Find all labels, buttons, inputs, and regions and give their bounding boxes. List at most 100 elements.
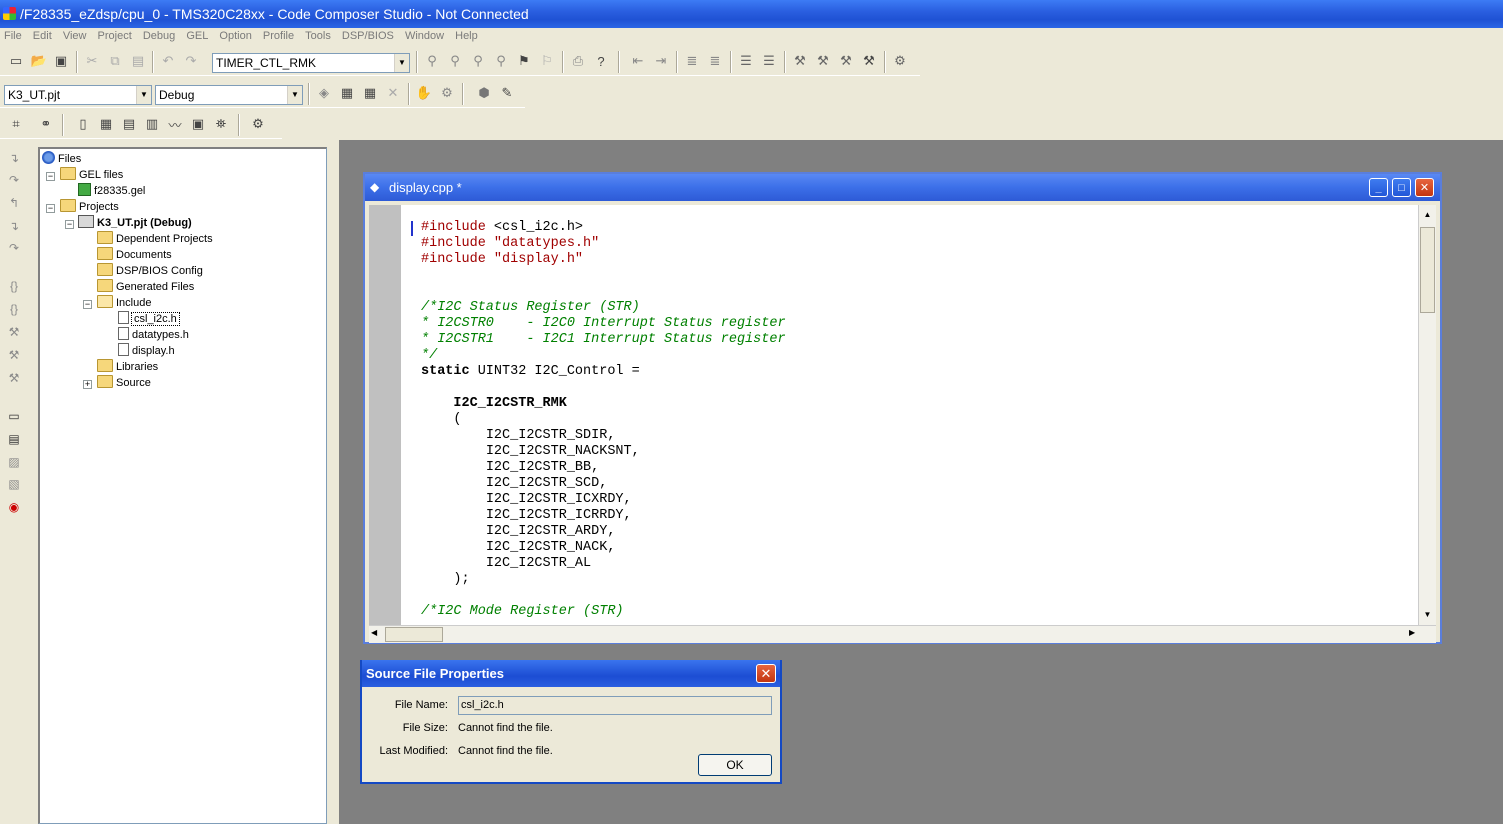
- tree-file-datatypes[interactable]: datatypes.h: [116, 327, 189, 343]
- compile-file-icon[interactable]: ◈: [314, 83, 334, 103]
- build-icon[interactable]: ⚒: [790, 51, 810, 71]
- collapse-include[interactable]: −: [83, 300, 92, 309]
- step-icon[interactable]: ⚙: [437, 83, 457, 103]
- menu-tools[interactable]: Tools: [301, 28, 335, 44]
- watch-icon[interactable]: ⚭: [36, 114, 56, 134]
- tree-gel-file[interactable]: f28335.gel: [78, 183, 145, 199]
- find-icon[interactable]: ⚲: [422, 51, 442, 71]
- indent-icon[interactable]: ⇥: [651, 51, 671, 71]
- bookmark-next-icon[interactable]: ⚐: [537, 51, 557, 71]
- watch-window-icon[interactable]: ▨: [4, 452, 24, 472]
- align-icon[interactable]: ≣: [682, 51, 702, 71]
- code-editor[interactable]: #include <csl_i2c.h> #include "datatypes…: [401, 205, 1418, 625]
- variables-icon[interactable]: ▤: [119, 114, 139, 134]
- step-out-icon[interactable]: ↰: [4, 193, 24, 213]
- find-in-files-icon[interactable]: ⚲: [491, 51, 511, 71]
- vertical-scrollbar[interactable]: ▲ ▼: [1418, 205, 1436, 625]
- tree-libraries[interactable]: Libraries: [97, 359, 158, 375]
- chevron-down-icon[interactable]: ▼: [394, 54, 409, 72]
- file-name-field[interactable]: csl_i2c.h: [458, 696, 772, 715]
- dialog-title-bar[interactable]: Source File Properties: [362, 660, 780, 687]
- tree-generated-files[interactable]: Generated Files: [97, 279, 194, 295]
- tree-dependent-projects[interactable]: Dependent Projects: [97, 231, 213, 247]
- register-window-icon[interactable]: ▤: [4, 429, 24, 449]
- close-button[interactable]: ✕: [1415, 178, 1434, 197]
- asm-step-over-icon[interactable]: {}: [4, 299, 24, 319]
- dialog-close-button[interactable]: ✕: [756, 664, 776, 683]
- collapse-gel-files[interactable]: −: [46, 172, 55, 181]
- rebuild-icon[interactable]: ⚒: [813, 51, 833, 71]
- breakpoint-icon[interactable]: ⬢: [474, 83, 494, 103]
- bookmark-icon[interactable]: ⚑: [514, 51, 534, 71]
- find-prev-icon[interactable]: ⚲: [468, 51, 488, 71]
- tree-file-display[interactable]: display.h: [116, 343, 175, 359]
- redo-icon[interactable]: ↷: [181, 51, 201, 71]
- editor-title-bar[interactable]: ◆ display.cpp *: [365, 174, 1440, 201]
- run-to-cursor-icon[interactable]: ↴: [4, 216, 24, 236]
- menu-debug[interactable]: Debug: [139, 28, 179, 44]
- halt-icon[interactable]: ⚒: [4, 345, 24, 365]
- menu-view[interactable]: View: [59, 28, 91, 44]
- incremental-build-icon[interactable]: ▦: [337, 83, 357, 103]
- run-icon[interactable]: ⚒: [4, 322, 24, 342]
- paste-icon[interactable]: ▤: [128, 51, 148, 71]
- tree-project[interactable]: K3_UT.pjt (Debug): [78, 215, 192, 231]
- tree-gel-files[interactable]: GEL files: [60, 167, 123, 183]
- menu-project[interactable]: Project: [94, 28, 136, 44]
- set-pc-icon[interactable]: ↷: [4, 238, 24, 258]
- context-help-icon[interactable]: ?: [591, 51, 611, 71]
- menu-help[interactable]: Help: [451, 28, 482, 44]
- tree-file-csl-i2c[interactable]: csl_i2c.h: [116, 311, 180, 327]
- scroll-thumb[interactable]: [385, 627, 443, 642]
- align-right-icon[interactable]: ≣: [705, 51, 725, 71]
- animate-icon[interactable]: ⚒: [4, 368, 24, 388]
- scroll-left-icon[interactable]: ◀: [371, 628, 377, 637]
- tree-source[interactable]: Source: [97, 375, 151, 391]
- help-icon[interactable]: ⚙: [248, 114, 268, 134]
- graph-window-icon[interactable]: 〰: [165, 114, 185, 134]
- menu-option[interactable]: Option: [215, 28, 255, 44]
- save-icon[interactable]: ▣: [51, 51, 71, 71]
- step-into-icon[interactable]: ↴: [4, 148, 24, 168]
- list-indent-icon[interactable]: ☰: [759, 51, 779, 71]
- disassembly-icon[interactable]: ▥: [142, 114, 162, 134]
- rebuild-all-icon[interactable]: ▦: [360, 83, 380, 103]
- memory-window-icon[interactable]: ▭: [4, 406, 24, 426]
- menu-profile[interactable]: Profile: [259, 28, 298, 44]
- image-icon[interactable]: ▣: [188, 114, 208, 134]
- probe-point-icon[interactable]: ✎: [497, 83, 517, 103]
- run-icon[interactable]: ⚙: [890, 51, 910, 71]
- tree-documents[interactable]: Documents: [97, 247, 172, 263]
- scroll-thumb[interactable]: [1420, 227, 1435, 313]
- expand-source[interactable]: +: [83, 380, 92, 389]
- asm-step-into-icon[interactable]: {}: [4, 276, 24, 296]
- project-combo[interactable]: K3_UT.pjt ▼: [4, 85, 152, 105]
- stop-build-icon[interactable]: ⚒: [859, 51, 879, 71]
- registers-icon[interactable]: ▦: [96, 114, 116, 134]
- copy-icon[interactable]: ⧉: [105, 51, 125, 71]
- new-file-icon[interactable]: ▭: [6, 51, 26, 71]
- step-over-icon[interactable]: ↷: [4, 170, 24, 190]
- record-icon[interactable]: ◉: [4, 497, 24, 517]
- call-stack-icon[interactable]: ▧: [4, 474, 24, 494]
- find-next-icon[interactable]: ⚲: [445, 51, 465, 71]
- collapse-project[interactable]: −: [65, 220, 74, 229]
- profile-icon[interactable]: ⛯: [211, 114, 231, 134]
- open-folder-icon[interactable]: 📂: [29, 51, 49, 71]
- list-icon[interactable]: ☰: [736, 51, 756, 71]
- cut-icon[interactable]: ✂: [82, 51, 102, 71]
- tree-projects[interactable]: Projects: [60, 199, 119, 215]
- print-icon[interactable]: ⎙: [568, 51, 588, 71]
- graph-icon[interactable]: ⌗: [6, 114, 26, 134]
- outdent-icon[interactable]: ⇤: [628, 51, 648, 71]
- symbol-combo[interactable]: TIMER_CTL_RMK ▼: [212, 53, 410, 73]
- horizontal-scrollbar[interactable]: ◀ ▶: [369, 625, 1436, 643]
- memory-icon[interactable]: ▯: [73, 114, 93, 134]
- tree-dspbios-config[interactable]: DSP/BIOS Config: [97, 263, 203, 279]
- stop-build-icon[interactable]: ✕: [383, 83, 403, 103]
- config-combo[interactable]: Debug ▼: [155, 85, 303, 105]
- maximize-button[interactable]: □: [1392, 178, 1411, 197]
- code-text[interactable]: #include <csl_i2c.h> #include "datatypes…: [421, 220, 786, 620]
- minimize-button[interactable]: _: [1369, 178, 1388, 197]
- menu-file[interactable]: File: [0, 28, 26, 44]
